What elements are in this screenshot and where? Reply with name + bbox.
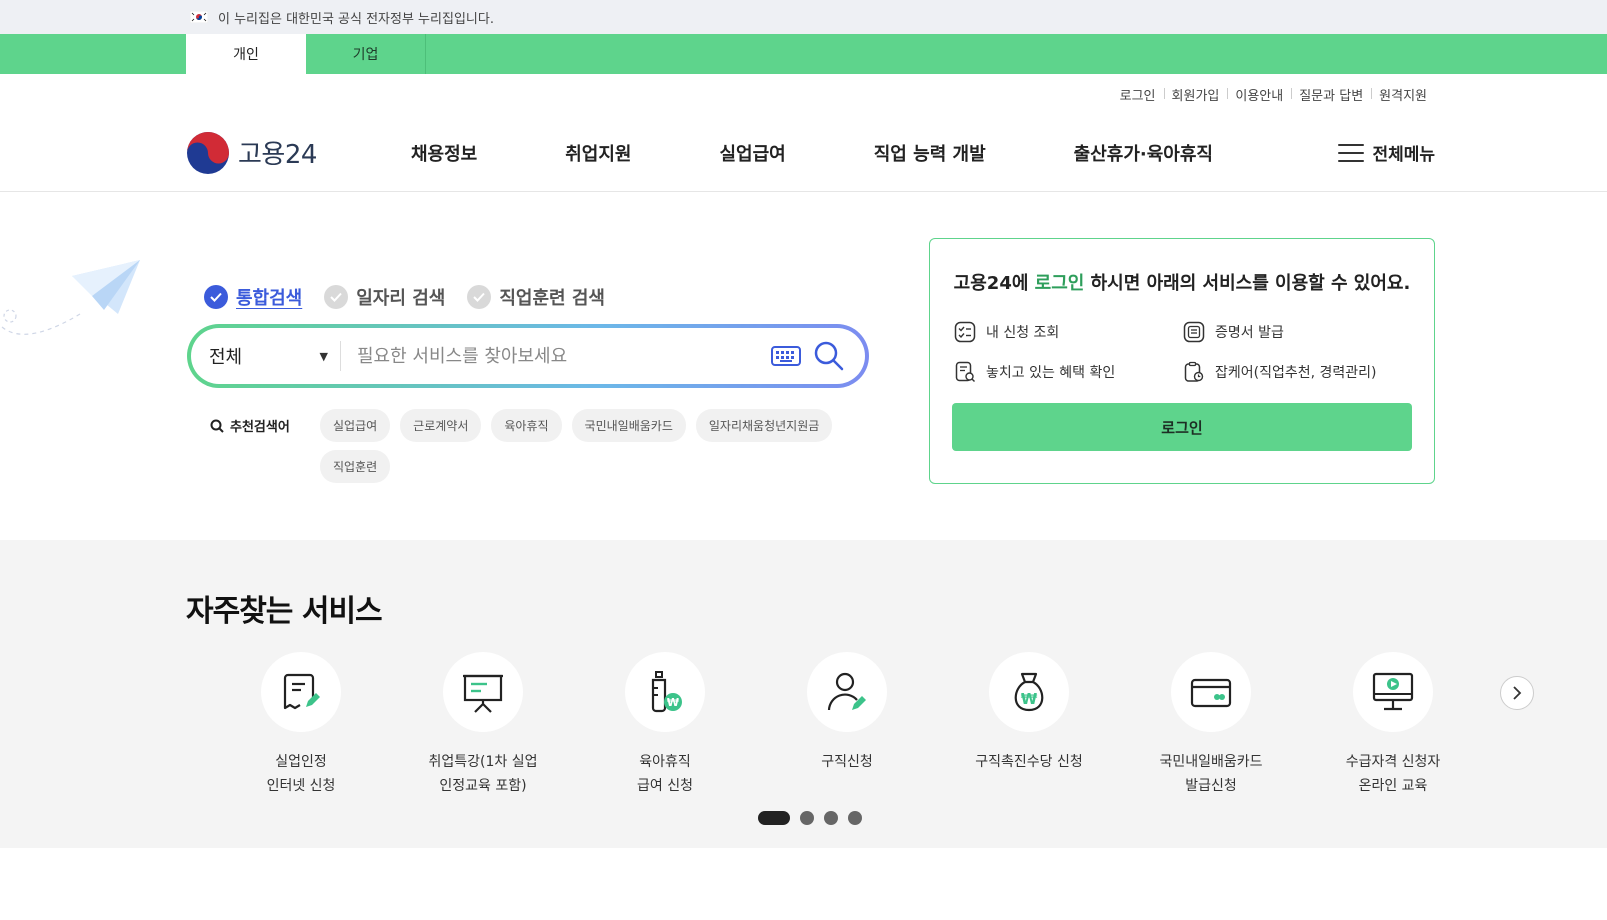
person-edit-icon xyxy=(827,672,866,711)
frequent-services-title: 자주찾는 서비스 xyxy=(186,594,383,629)
search-input[interactable] xyxy=(341,345,769,367)
hero-section: 통합검색 일자리 검색 직업훈련 검색 전체 ▼ 필요한 서비스를 찾아보세요 … xyxy=(0,192,1607,532)
remote-support-link[interactable]: 원격지원 xyxy=(1371,85,1435,104)
carousel-dot[interactable] xyxy=(800,811,814,825)
tab-business[interactable]: 기업 xyxy=(306,34,426,74)
all-menu-button[interactable]: 전체메뉴 xyxy=(1338,140,1435,165)
login-card-title: 고용24에 로그인 하시면 아래의 서비스를 이용할 수 있어요. xyxy=(953,273,1411,294)
check-icon xyxy=(467,285,492,309)
search-icon xyxy=(210,419,224,433)
tab-personal[interactable]: 개인 xyxy=(186,34,306,74)
tab-label: 통합검색 xyxy=(236,288,303,309)
service-item-employment-lecture[interactable]: 취업특강(1차 실업 인정교육 포함) xyxy=(392,652,574,798)
checklist-icon xyxy=(954,321,976,343)
caret-down-icon: ▼ xyxy=(319,349,328,363)
service-label: 구직신청 xyxy=(821,754,873,770)
usage-guide-link[interactable]: 이용안내 xyxy=(1227,85,1291,104)
carousel-dot[interactable] xyxy=(758,811,790,825)
keyword-chip[interactable]: 근로계약서 xyxy=(400,409,482,442)
keyword-chip[interactable]: 실업급여 xyxy=(320,409,391,442)
clipboard-clock-icon xyxy=(1184,361,1204,382)
money-bag-icon: ₩ xyxy=(1014,672,1044,712)
service-label: 육아휴직 급여 신청 xyxy=(637,754,693,794)
tab-label: 직업훈련 검색 xyxy=(499,288,605,309)
svg-text:₩: ₩ xyxy=(667,696,679,709)
benefit-search-icon xyxy=(955,361,975,382)
service-label: 수급자격 신청자 온라인 교육 xyxy=(1345,754,1441,794)
utility-links: 로그인 회원가입 이용안내 질문과 답변 원격지원 xyxy=(0,74,1607,114)
tab-integrated-search[interactable]: 통합검색 xyxy=(204,284,302,310)
service-item-job-promotion-allowance[interactable]: ₩ 구직촉진수당 신청 xyxy=(938,652,1120,798)
service-item-parental-leave[interactable]: ₩ 육아휴직 급여 신청 xyxy=(574,652,756,798)
service-label: 취업특강(1차 실업 인정교육 포함) xyxy=(428,754,538,794)
card-icon xyxy=(1190,678,1232,708)
nav-unemployment-benefit[interactable]: 실업급여 xyxy=(720,140,786,166)
service-my-applications[interactable]: 내 신청 조회 xyxy=(954,321,1183,343)
service-item-online-education[interactable]: 수급자격 신청자 온라인 교육 xyxy=(1302,652,1484,798)
service-certificate[interactable]: 증명서 발급 xyxy=(1183,321,1412,343)
taegeuk-logo-icon xyxy=(187,131,229,174)
keyword-chip[interactable]: 국민내일배움카드 xyxy=(571,409,686,442)
brand-name: 고용24 xyxy=(238,140,317,170)
service-item-unemployment-recognition[interactable]: 실업인정 인터넷 신청 xyxy=(210,652,392,798)
tab-training-search[interactable]: 직업훈련 검색 xyxy=(467,284,605,310)
service-label: 국민내일배움카드 발급신청 xyxy=(1159,754,1263,794)
frequent-services-section: 자주찾는 서비스 실업인정 인터넷 신청 취업특강(1차 실업 인정교육 포함)… xyxy=(0,540,1607,848)
nav-job-info[interactable]: 채용정보 xyxy=(411,140,477,166)
login-link[interactable]: 로그인 xyxy=(1112,85,1164,104)
keyword-chip[interactable]: 일자리채움청년지원금 xyxy=(695,409,833,442)
nav-parental-leave[interactable]: 출산휴가·육아휴직 xyxy=(1074,140,1213,166)
main-header: 고용24 채용정보 취업지원 실업급여 직업 능력 개발 출산휴가·육아휴직 전… xyxy=(0,114,1607,192)
tab-job-search[interactable]: 일자리 검색 xyxy=(324,284,445,310)
qna-link[interactable]: 질문과 답변 xyxy=(1291,85,1371,104)
site-logo[interactable]: 고용24 xyxy=(186,131,411,175)
login-services: 내 신청 조회 증명서 발급 놓치고 있는 혜택 확인 잡케어(직업추천, 경력… xyxy=(952,321,1412,383)
hamburger-icon xyxy=(1338,143,1365,162)
service-missed-benefits[interactable]: 놓치고 있는 혜택 확인 xyxy=(954,361,1183,383)
carousel-next-button[interactable] xyxy=(1500,676,1534,710)
carousel-dot[interactable] xyxy=(848,811,862,825)
check-icon xyxy=(324,285,349,309)
keyword-chip[interactable]: 직업훈련 xyxy=(320,450,391,483)
monitor-play-icon xyxy=(1372,672,1414,711)
nav-employment-support[interactable]: 취업지원 xyxy=(565,140,631,166)
user-type-bar: 개인 기업 xyxy=(0,34,1607,74)
search-icon[interactable] xyxy=(809,340,849,372)
service-item-job-application[interactable]: 구직신청 xyxy=(756,652,938,798)
check-icon xyxy=(204,285,228,309)
search-type-tabs: 통합검색 일자리 검색 직업훈련 검색 xyxy=(204,284,605,310)
carousel-dot[interactable] xyxy=(824,811,838,825)
certificate-icon xyxy=(1183,321,1205,343)
paper-plane-icon xyxy=(1,260,140,335)
service-jobcare[interactable]: 잡케어(직업추천, 경력관리) xyxy=(1183,361,1412,383)
login-button[interactable]: 로그인 xyxy=(952,403,1412,451)
recommended-label: 추천검색어 xyxy=(210,416,300,435)
login-highlight: 로그인 xyxy=(1034,273,1085,294)
search-bar: 전체 ▼ xyxy=(187,324,869,388)
svg-text:₩: ₩ xyxy=(1021,690,1038,708)
service-label: 실업인정 인터넷 신청 xyxy=(266,754,336,794)
gov-banner: 이 누리집은 대한민국 공식 전자정부 누리집입니다. xyxy=(0,0,1607,34)
frequent-services-list: 실업인정 인터넷 신청 취업특강(1차 실업 인정교육 포함) ₩ 육아휴직 급… xyxy=(210,652,1484,798)
baby-bottle-icon: ₩ xyxy=(651,671,682,713)
document-edit-icon xyxy=(283,673,320,710)
chevron-right-icon xyxy=(1513,686,1522,700)
recommended-keywords: 추천검색어 실업급여 근로계약서 육아휴직 국민내일배움카드 일자리채움청년지원… xyxy=(210,409,850,483)
search-scope-select[interactable]: 전체 ▼ xyxy=(191,341,341,371)
keyword-chip[interactable]: 육아휴직 xyxy=(491,409,562,442)
search-scope-value: 전체 xyxy=(209,347,243,368)
tab-label: 일자리 검색 xyxy=(356,288,446,309)
main-nav: 채용정보 취업지원 실업급여 직업 능력 개발 출산휴가·육아휴직 xyxy=(411,140,1338,166)
presentation-board-icon xyxy=(463,674,503,713)
service-item-learning-card[interactable]: 국민내일배움카드 발급신청 xyxy=(1120,652,1302,798)
all-menu-label: 전체메뉴 xyxy=(1372,145,1435,165)
korean-flag-icon xyxy=(190,11,208,23)
carousel-pagination xyxy=(758,811,862,825)
keyboard-icon[interactable] xyxy=(769,346,803,366)
gov-banner-text: 이 누리집은 대한민국 공식 전자정부 누리집입니다. xyxy=(218,11,494,27)
service-label: 구직촉진수당 신청 xyxy=(975,754,1083,770)
signup-link[interactable]: 회원가입 xyxy=(1163,85,1228,104)
nav-vocational-training[interactable]: 직업 능력 개발 xyxy=(874,140,986,166)
login-card: 고용24에 로그인 하시면 아래의 서비스를 이용할 수 있어요. 내 신청 조… xyxy=(929,238,1435,484)
